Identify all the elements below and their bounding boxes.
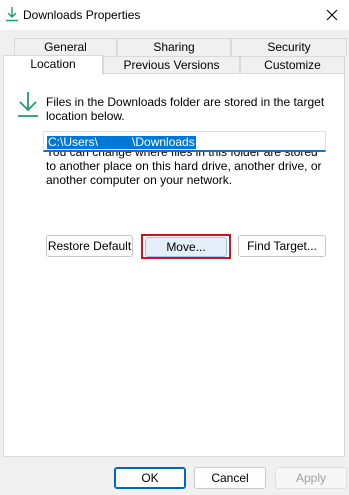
tab-strip: General Sharing Security Location Previo…: [0, 30, 349, 75]
tab-security-label: Security: [267, 40, 311, 54]
ok-button[interactable]: OK: [114, 467, 186, 489]
download-arrow-icon: [18, 92, 38, 117]
tab-previous-versions-label: Previous Versions: [123, 58, 220, 72]
tab-general[interactable]: General: [14, 38, 117, 56]
title-bar: Downloads Properties: [0, 0, 349, 30]
path-start: C:\Users\: [48, 135, 99, 149]
close-button[interactable]: [315, 0, 349, 30]
apply-button[interactable]: Apply: [275, 467, 347, 489]
tab-sharing-label: Sharing: [153, 40, 195, 54]
target-path-input[interactable]: C:\Users\ \Downloads: [43, 131, 326, 152]
path-end: \Downloads: [132, 135, 195, 149]
tab-security[interactable]: Security: [231, 38, 347, 56]
tab-customize[interactable]: Customize: [240, 56, 345, 74]
tab-general-label: General: [44, 40, 87, 54]
restore-default-button[interactable]: Restore Default: [46, 235, 133, 257]
location-info-text: Files in the Downloads folder are stored…: [46, 95, 325, 123]
tab-location[interactable]: Location: [3, 55, 103, 75]
tab-sharing[interactable]: Sharing: [117, 38, 231, 56]
tab-previous-versions[interactable]: Previous Versions: [103, 56, 240, 74]
tab-customize-label: Customize: [264, 58, 321, 72]
path-selection: C:\Users\ \Downloads: [47, 136, 196, 149]
window-title: Downloads Properties: [23, 8, 141, 22]
close-icon: [326, 9, 338, 21]
find-target-button[interactable]: Find Target...: [238, 235, 326, 257]
download-arrow-icon: [6, 7, 18, 22]
tab-location-label: Location: [30, 57, 76, 71]
highlight-box: [141, 234, 231, 259]
cancel-button[interactable]: Cancel: [194, 467, 266, 489]
